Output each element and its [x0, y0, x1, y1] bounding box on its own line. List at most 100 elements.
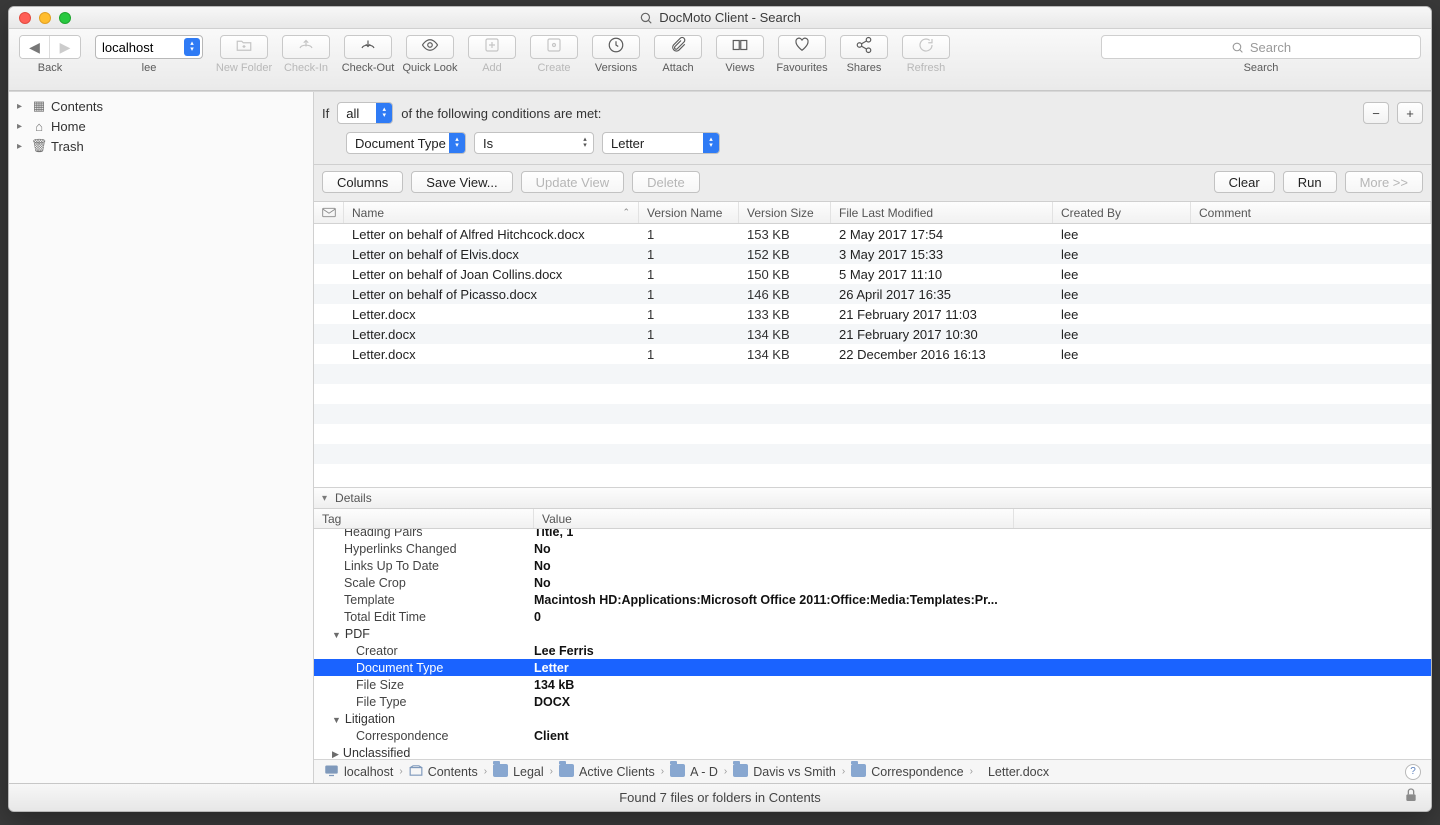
table-row[interactable]: Letter on behalf of Joan Collins.docx 1 …	[314, 264, 1431, 284]
table-row[interactable]: Letter.docx 1 134 KB 21 February 2017 10…	[314, 324, 1431, 344]
criteria-value-select[interactable]: Letter	[602, 132, 720, 154]
favourites-button[interactable]	[778, 35, 826, 59]
window-title-text: DocMoto Client - Search	[659, 10, 801, 25]
refresh-button[interactable]	[902, 35, 950, 59]
details-row[interactable]: Hyperlinks ChangedNo	[314, 540, 1431, 557]
breadcrumb-item[interactable]: Davis vs Smith	[733, 764, 836, 780]
details-group[interactable]: ▼PDF	[314, 625, 1431, 642]
save-view-button[interactable]: Save View...	[411, 171, 512, 193]
breadcrumb-item[interactable]: Correspondence	[851, 764, 963, 780]
details-title: Details	[335, 491, 372, 505]
tb-label: Views	[725, 62, 754, 74]
col-modified[interactable]: File Last Modified	[831, 202, 1053, 223]
breadcrumb-item[interactable]: Legal	[493, 764, 544, 780]
col-icon[interactable]	[314, 202, 344, 223]
cell-version-name: 1	[639, 227, 739, 242]
breadcrumb-item[interactable]: Letter.docx	[979, 765, 1049, 779]
search-icon	[1231, 41, 1244, 54]
breadcrumb-item[interactable]: Active Clients	[559, 764, 655, 780]
location-select[interactable]: localhost	[95, 35, 203, 59]
chevron-right-icon: ›	[724, 766, 727, 777]
col-created-by[interactable]: Created By	[1053, 202, 1191, 223]
check-in-icon	[297, 36, 315, 59]
views-icon	[731, 36, 749, 59]
details-row[interactable]: TemplateMacintosh HD:Applications:Micros…	[314, 591, 1431, 608]
details-row[interactable]: File TypeDOCX	[314, 693, 1431, 710]
criteria-quantifier-select[interactable]: all	[337, 102, 393, 124]
sidebar-item-contents[interactable]: ▸▦Contents	[9, 96, 313, 116]
cell-created-by: lee	[1053, 267, 1191, 282]
folder-icon	[851, 764, 866, 780]
triangle-right-icon: ▶	[332, 749, 339, 759]
details-row[interactable]: Total Edit Time0	[314, 608, 1431, 625]
breadcrumb-item[interactable]: localhost	[324, 764, 393, 780]
criteria-remove-button[interactable]: −	[1363, 102, 1389, 124]
details-row[interactable]: Document TypeLetter	[314, 659, 1431, 676]
toolbar: ◀ ▶ Back localhost lee New FolderCheck-I…	[9, 29, 1431, 91]
sidebar-item-label: Trash	[51, 139, 84, 154]
cell-name: Letter on behalf of Elvis.docx	[344, 247, 639, 262]
criteria-op-select[interactable]: Is	[474, 132, 594, 154]
criteria-add-button[interactable]: +	[1397, 102, 1423, 124]
details-row[interactable]: Links Up To DateNo	[314, 557, 1431, 574]
delete-button[interactable]: Delete	[632, 171, 700, 193]
details-col-tag[interactable]: Tag	[314, 509, 534, 528]
more-button[interactable]: More >>	[1345, 171, 1423, 193]
details-row[interactable]: File Size134 kB	[314, 676, 1431, 693]
breadcrumb-item[interactable]: Contents	[409, 764, 478, 780]
col-version-name[interactable]: Version Name	[639, 202, 739, 223]
table-row[interactable]: Letter.docx 1 134 KB 22 December 2016 16…	[314, 344, 1431, 364]
table-row[interactable]: Letter on behalf of Elvis.docx 1 152 KB …	[314, 244, 1431, 264]
nav-forward-button[interactable]: ▶	[50, 36, 80, 58]
sidebar-item-home[interactable]: ▸⌂Home	[9, 116, 313, 136]
envelope-icon	[322, 207, 336, 218]
col-comment[interactable]: Comment	[1191, 202, 1431, 223]
col-name[interactable]: Name ⌃	[344, 202, 639, 223]
columns-button[interactable]: Columns	[322, 171, 403, 193]
details-group[interactable]: ▼Litigation	[314, 710, 1431, 727]
details-row[interactable]: CorrespondenceClient	[314, 727, 1431, 744]
cell-version-name: 1	[639, 307, 739, 322]
app-window: DocMoto Client - Search ◀ ▶ Back localho…	[8, 6, 1432, 812]
cell-version-size: 133 KB	[739, 307, 831, 322]
details-body[interactable]: Heading PairsTitle, 1Hyperlinks ChangedN…	[314, 529, 1431, 759]
clear-button[interactable]: Clear	[1214, 171, 1275, 193]
help-icon[interactable]: ?	[1405, 764, 1421, 780]
cell-name: Letter on behalf of Joan Collins.docx	[344, 267, 639, 282]
search-field[interactable]: Search	[1101, 35, 1421, 59]
run-button[interactable]: Run	[1283, 171, 1337, 193]
details-header[interactable]: ▾ Details	[314, 487, 1431, 509]
table-row[interactable]: Letter on behalf of Picasso.docx 1 146 K…	[314, 284, 1431, 304]
table-row[interactable]: Letter on behalf of Alfred Hitchcock.doc…	[314, 224, 1431, 244]
breadcrumb-item[interactable]: A - D	[670, 764, 718, 780]
col-version-size[interactable]: Version Size	[739, 202, 831, 223]
status-text: Found 7 files or folders in Contents	[619, 790, 821, 805]
new-folder-button[interactable]	[220, 35, 268, 59]
nav-back-button[interactable]: ◀	[20, 36, 50, 58]
cell-name: Letter on behalf of Picasso.docx	[344, 287, 639, 302]
details-row[interactable]: Heading PairsTitle, 1	[314, 529, 1431, 540]
create-button[interactable]	[530, 35, 578, 59]
attach-icon	[669, 36, 687, 59]
sidebar-item-trash[interactable]: ▸🗑Trash	[9, 136, 313, 156]
criteria-field-value: Document Type	[355, 136, 446, 151]
versions-button[interactable]	[592, 35, 640, 59]
details-row[interactable]: CreatorLee Ferris	[314, 642, 1431, 659]
details-group[interactable]: ▶Unclassified	[314, 744, 1431, 759]
check-in-button[interactable]	[282, 35, 330, 59]
table-row[interactable]: Letter.docx 1 133 KB 21 February 2017 11…	[314, 304, 1431, 324]
details-col-value[interactable]: Value	[534, 509, 1014, 528]
criteria-field-select[interactable]: Document Type	[346, 132, 466, 154]
shares-button[interactable]	[840, 35, 888, 59]
update-view-button[interactable]: Update View	[521, 171, 624, 193]
table-body[interactable]: Letter on behalf of Alfred Hitchcock.doc…	[314, 224, 1431, 487]
check-out-button[interactable]	[344, 35, 392, 59]
cell-name: Letter.docx	[344, 327, 639, 342]
details-row[interactable]: Scale CropNo	[314, 574, 1431, 591]
nav-back-forward: ◀ ▶	[19, 35, 81, 59]
add-button[interactable]	[468, 35, 516, 59]
cell-version-name: 1	[639, 247, 739, 262]
quick-look-button[interactable]	[406, 35, 454, 59]
attach-button[interactable]	[654, 35, 702, 59]
views-button[interactable]	[716, 35, 764, 59]
